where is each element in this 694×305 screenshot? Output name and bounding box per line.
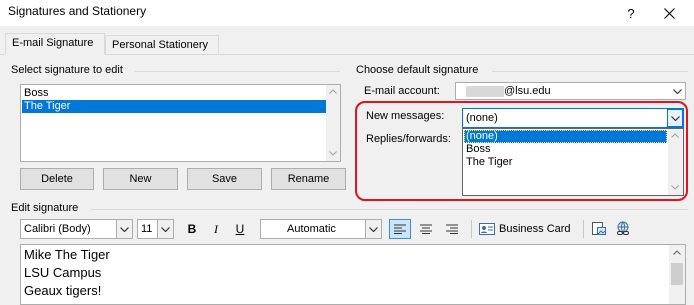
scroll-up-icon[interactable]: [329, 89, 337, 94]
bold-button[interactable]: B: [183, 219, 201, 239]
email-account-dropdown-button[interactable]: [669, 83, 685, 99]
close-icon: [663, 7, 675, 19]
save-button[interactable]: Save: [187, 168, 262, 190]
chevron-down-icon: [120, 226, 129, 232]
bold-label: B: [187, 222, 197, 236]
edit-signature-label: Edit signature: [11, 202, 79, 214]
align-left-icon: [394, 224, 406, 234]
tab-email-signature-label: E-mail Signature: [12, 37, 94, 49]
tab-email-signature[interactable]: E-mail Signature: [5, 33, 105, 55]
align-right-icon: [446, 224, 458, 234]
dropdown-scrollbar[interactable]: [668, 129, 683, 195]
dropdown-option[interactable]: The Tiger: [464, 156, 667, 169]
signature-editor[interactable]: Mike The Tiger LSU Campus Geaux tigers!: [20, 244, 686, 305]
editor-line: Geaux tigers!: [24, 283, 102, 298]
tab-personal-stationery[interactable]: Personal Stationery: [105, 35, 219, 55]
font-size-value: 11: [141, 223, 153, 235]
editor-scrollbar[interactable]: [669, 245, 685, 304]
font-color-dropdown-button[interactable]: [365, 220, 381, 238]
editor-line: Mike The Tiger: [24, 247, 110, 262]
new-button-label: New: [129, 173, 152, 185]
font-color-select[interactable]: Automatic: [260, 219, 382, 239]
default-signature-divider: [492, 71, 688, 72]
save-button-label: Save: [211, 173, 238, 185]
font-size-select[interactable]: 11: [137, 219, 174, 239]
business-card-label: Business Card: [499, 223, 571, 235]
delete-button[interactable]: Delete: [20, 168, 94, 190]
font-size-dropdown-button[interactable]: [157, 220, 173, 238]
toolbar-separator: [583, 220, 584, 238]
toolbar-separator: [471, 220, 472, 238]
close-button[interactable]: [652, 0, 686, 26]
insert-picture-button[interactable]: [589, 219, 609, 239]
window-title: Signatures and Stationery: [8, 4, 147, 18]
align-left-button[interactable]: [389, 219, 411, 239]
editor-scroll-thumb[interactable]: [671, 263, 683, 285]
rename-button[interactable]: Rename: [271, 168, 346, 190]
help-icon: ?: [627, 5, 635, 21]
list-item[interactable]: Boss: [22, 87, 329, 100]
replies-forwards-label: Replies/forwards:: [366, 133, 451, 145]
email-account-select[interactable]: @lsu.edu: [455, 82, 686, 100]
business-card-icon: [479, 223, 495, 235]
business-card-button[interactable]: Business Card: [479, 219, 577, 239]
new-messages-value: (none): [466, 112, 498, 124]
scroll-up-icon[interactable]: [671, 133, 679, 138]
hyperlink-button[interactable]: [613, 219, 633, 239]
font-select[interactable]: Calibri (Body): [20, 219, 133, 239]
new-messages-dropdown-list[interactable]: (none) Boss The Tiger: [462, 128, 684, 196]
email-account-value: @lsu.edu: [504, 85, 551, 97]
new-button[interactable]: New: [103, 168, 178, 190]
font-value: Calibri (Body): [24, 223, 91, 235]
new-messages-select[interactable]: (none): [462, 108, 684, 128]
dropdown-option[interactable]: Boss: [464, 143, 667, 156]
chevron-down-icon: [161, 226, 170, 232]
underline-button[interactable]: U: [231, 219, 249, 239]
select-signature-label: Select signature to edit: [11, 64, 123, 76]
italic-button[interactable]: I: [207, 219, 225, 239]
insert-picture-icon: [592, 222, 606, 235]
dropdown-option[interactable]: (none): [464, 130, 667, 143]
delete-button-label: Delete: [41, 173, 73, 185]
new-messages-label: New messages:: [366, 110, 445, 122]
new-messages-dropdown-button[interactable]: [667, 109, 683, 127]
scroll-down-icon[interactable]: [329, 151, 337, 156]
signature-list[interactable]: Boss The Tiger: [20, 84, 341, 162]
rename-button-label: Rename: [287, 173, 330, 185]
chevron-down-icon: [670, 115, 680, 121]
default-signature-label: Choose default signature: [356, 64, 479, 76]
edit-signature-divider: [91, 209, 688, 210]
list-item[interactable]: The Tiger: [22, 100, 329, 113]
select-signature-divider: [135, 71, 340, 72]
hyperlink-icon: [617, 221, 629, 235]
redacted-email: [466, 86, 504, 97]
scroll-down-icon[interactable]: [671, 185, 679, 190]
italic-label: I: [214, 221, 218, 236]
font-dropdown-button[interactable]: [116, 220, 132, 238]
scroll-up-icon[interactable]: [673, 250, 681, 255]
signature-list-scrollbar[interactable]: [326, 85, 340, 161]
align-right-button[interactable]: [441, 219, 463, 239]
help-button[interactable]: ?: [614, 0, 648, 26]
email-account-label: E-mail account:: [364, 85, 440, 97]
underline-label: U: [235, 222, 245, 236]
font-color-value: Automatic: [287, 223, 336, 235]
editor-line: LSU Campus: [24, 265, 102, 280]
tab-personal-stationery-label: Personal Stationery: [112, 39, 208, 51]
chevron-down-icon: [369, 226, 378, 232]
align-center-button[interactable]: [415, 219, 437, 239]
align-center-icon: [420, 224, 432, 234]
chevron-down-icon: [672, 88, 682, 94]
